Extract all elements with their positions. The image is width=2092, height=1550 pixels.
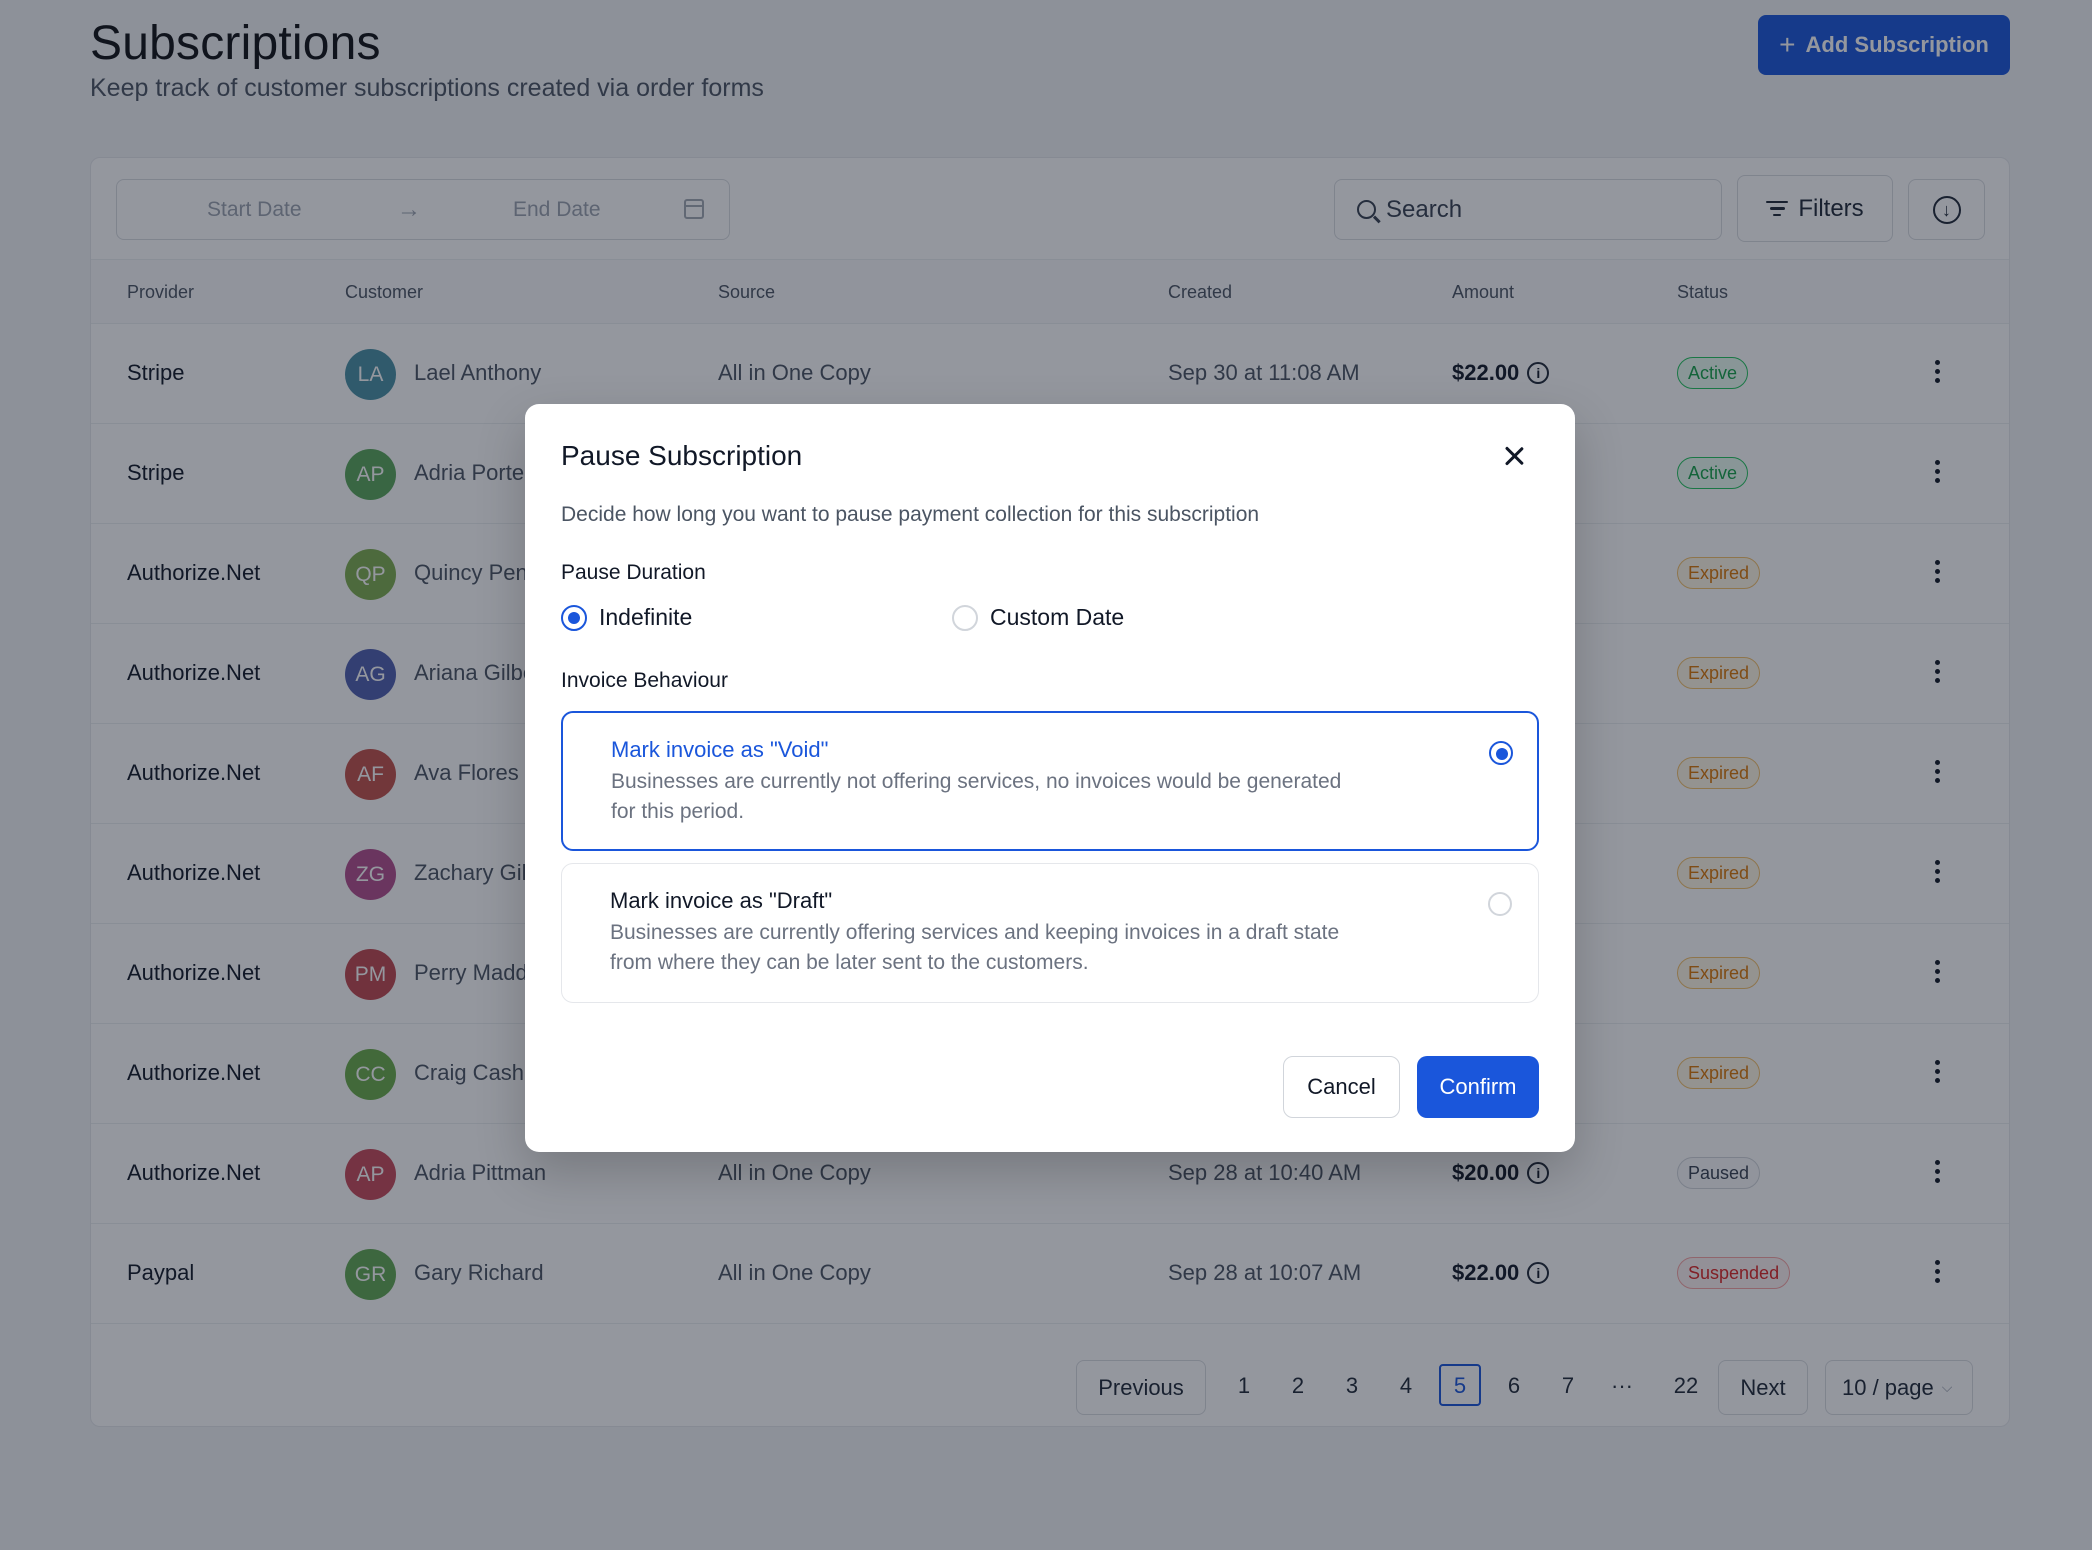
duration-indefinite-label: Indefinite (599, 604, 693, 630)
duration-indefinite-option[interactable]: Indefinite (561, 604, 692, 631)
invoice-draft-option[interactable]: Mark invoice as "Draft" Businesses are c… (561, 863, 1539, 1003)
duration-custom-date-option[interactable]: Custom Date (952, 604, 1124, 631)
invoice-draft-title: Mark invoice as "Draft" (610, 888, 833, 913)
radio-unselected-icon[interactable] (952, 604, 978, 631)
pause-subscription-dialog: Pause Subscription Decide how long you w… (525, 404, 1575, 1152)
dialog-description: Decide how long you want to pause paymen… (561, 503, 1260, 526)
invoice-draft-description: Businesses are currently offering servic… (610, 921, 1340, 974)
radio-selected-icon[interactable] (561, 604, 587, 631)
dialog-title: Pause Subscription (561, 440, 803, 471)
confirm-button[interactable]: Confirm (1417, 1056, 1539, 1118)
radio-unselected-icon[interactable] (1488, 892, 1512, 916)
duration-custom-date-label: Custom Date (990, 604, 1125, 630)
invoice-void-option[interactable]: Mark invoice as "Void" Businesses are cu… (561, 711, 1539, 851)
invoice-void-description: Businesses are currently not offering se… (611, 770, 1342, 823)
radio-selected-icon[interactable] (1489, 741, 1513, 765)
pause-duration-label: Pause Duration (561, 561, 706, 584)
cancel-button[interactable]: Cancel (1283, 1056, 1400, 1118)
close-icon[interactable] (1499, 442, 1529, 472)
invoice-behaviour-label: Invoice Behaviour (561, 669, 728, 692)
subscriptions-page: Subscriptions Keep track of customer sub… (0, 0, 2092, 1550)
invoice-void-title: Mark invoice as "Void" (611, 737, 829, 762)
